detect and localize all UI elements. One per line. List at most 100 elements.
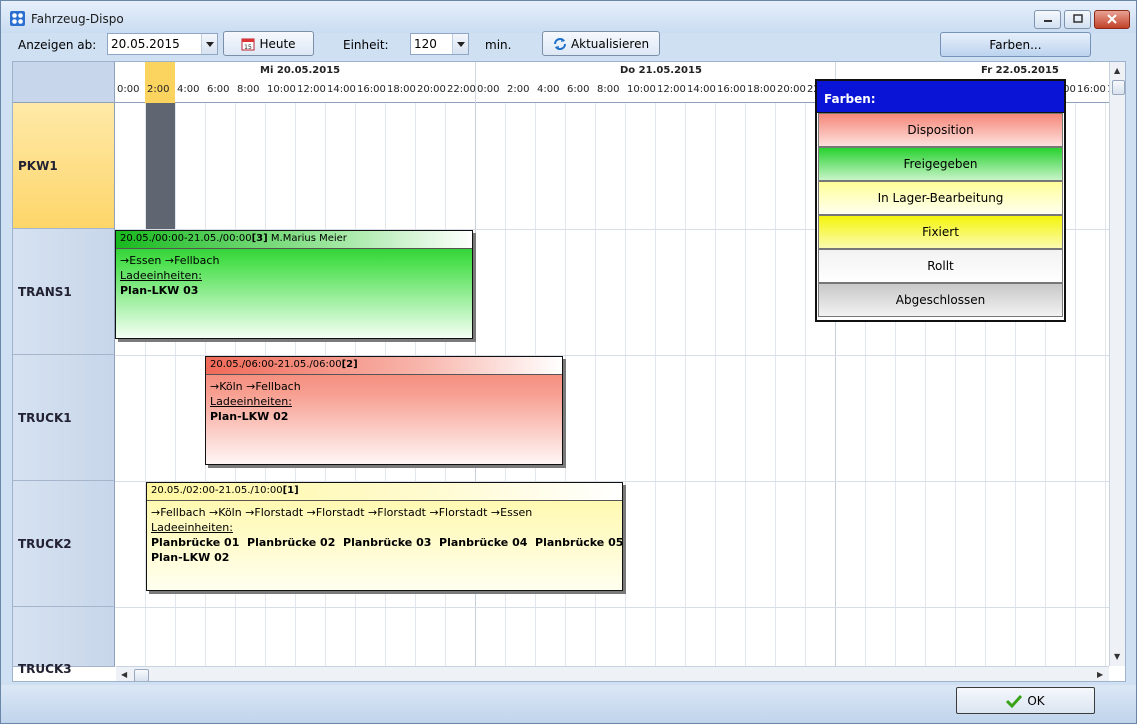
hour-label: 22:00 xyxy=(447,84,476,95)
booking-units-label: Ladeeinheiten: xyxy=(120,269,202,282)
grid-corner xyxy=(13,62,115,103)
hour-label: 16:00 xyxy=(1077,84,1106,95)
booking-bar[interactable]: 20.05./06:00-21.05./06:00[2] →Köln →Fell… xyxy=(205,356,563,465)
legend-item-rollt[interactable]: Rollt xyxy=(818,249,1063,283)
refresh-button[interactable]: Aktualisieren xyxy=(542,31,660,56)
blocked-slot xyxy=(146,103,175,229)
hour-label: 20:00 xyxy=(417,84,446,95)
hour-label: 8:00 xyxy=(597,84,620,95)
window-title: Fahrzeug-Dispo xyxy=(31,12,124,26)
svg-text:15: 15 xyxy=(245,44,253,51)
scroll-left-icon[interactable]: ◀ xyxy=(121,670,127,679)
refresh-icon xyxy=(553,37,566,50)
day-label: Do 21.05.2015 xyxy=(620,65,702,76)
hour-label: 16:00 xyxy=(357,84,386,95)
booking-route: →Fellbach →Köln →Florstadt →Florstadt →F… xyxy=(151,506,533,519)
booking-route: →Köln →Fellbach xyxy=(210,380,301,393)
day-label: Mi 20.05.2015 xyxy=(260,65,341,76)
chevron-down-icon xyxy=(457,42,465,47)
scroll-up-icon[interactable]: ▲ xyxy=(1114,66,1120,75)
scroll-right-icon[interactable]: ▶ xyxy=(1097,670,1103,679)
booking-units-label: Ladeeinheiten: xyxy=(151,521,233,534)
hour-label: 6:00 xyxy=(207,84,230,95)
hour-label: 6:00 xyxy=(567,84,590,95)
unit-select[interactable]: 120 xyxy=(410,33,469,55)
row-header-truck1[interactable]: TRUCK1 xyxy=(13,355,115,481)
app-window: Fahrzeug-Dispo Anzeigen ab: 20.05.2015 1… xyxy=(0,0,1137,724)
hour-label: 10:00 xyxy=(627,84,656,95)
legend-item-freigegeben[interactable]: Freigegeben xyxy=(818,147,1063,181)
legend-item-lager[interactable]: In Lager-Bearbeitung xyxy=(818,181,1063,215)
booking-header: 20.05./06:00-21.05./06:00[2] xyxy=(206,357,562,375)
title-bar: Fahrzeug-Dispo xyxy=(1,1,1136,33)
booking-body: →Fellbach →Köln →Florstadt →Florstadt →F… xyxy=(147,501,624,569)
legend-item-fixiert[interactable]: Fixiert xyxy=(818,215,1063,249)
horizontal-scrollbar[interactable]: ◀ ▶ xyxy=(116,666,1109,681)
booking-units: Planbrücke 01 Planbrücke 02 Planbrücke 0… xyxy=(151,536,624,549)
hour-label: 18:00 xyxy=(747,84,776,95)
show-from-label: Anzeigen ab: xyxy=(18,38,97,52)
booking-bar[interactable]: 20.05./02:00-21.05./10:00[1] →Fellbach →… xyxy=(146,482,623,591)
hour-label: 0:00 xyxy=(117,84,140,95)
show-from-value: 20.05.2015 xyxy=(111,37,180,51)
booking-units: Plan-LKW 03 xyxy=(120,284,199,297)
scroll-down-icon[interactable]: ▼ xyxy=(1114,652,1120,661)
hour-label: 8:00 xyxy=(237,84,260,95)
hour-label: 14:00 xyxy=(687,84,716,95)
unit-value: 120 xyxy=(414,37,437,51)
hour-highlight xyxy=(145,62,175,103)
ok-button[interactable]: OK xyxy=(956,687,1095,714)
checkmark-icon xyxy=(1006,694,1023,708)
booking-body: →Essen →Fellbach Ladeeinheiten: Plan-LKW… xyxy=(116,249,472,302)
booking-route: →Essen →Fellbach xyxy=(120,254,220,267)
booking-body: →Köln →Fellbach Ladeeinheiten: Plan-LKW … xyxy=(206,375,562,428)
calendar-icon: 15 xyxy=(241,38,255,51)
row-header-trans1[interactable]: TRANS1 xyxy=(13,229,115,355)
show-from-date-picker[interactable]: 20.05.2015 xyxy=(107,33,218,55)
hour-label: 14:00 xyxy=(327,84,356,95)
refresh-label: Aktualisieren xyxy=(570,36,650,51)
maximize-icon xyxy=(1072,14,1083,23)
vertical-scroll-thumb[interactable] xyxy=(1112,80,1125,95)
colors-button[interactable]: Farben... xyxy=(940,32,1091,57)
booking-header: 20.05./02:00-21.05./10:00[1] xyxy=(147,483,622,501)
hour-label: 10:00 xyxy=(267,84,296,95)
today-label: Heute xyxy=(259,36,296,51)
booking-bar[interactable]: 20.05./00:00-21.05./00:00[3] M.Marius Me… xyxy=(115,230,473,339)
app-icon xyxy=(10,11,25,26)
row-header-truck3[interactable]: TRUCK3 xyxy=(13,607,115,676)
vertical-scrollbar[interactable]: ▲ ▼ xyxy=(1109,62,1125,666)
unit-dropdown-button[interactable] xyxy=(452,34,468,54)
legend-item-disposition[interactable]: Disposition xyxy=(818,113,1063,147)
unit-suffix: min. xyxy=(485,38,512,52)
color-legend-popup: Farben: Disposition Freigegeben In Lager… xyxy=(815,79,1066,322)
colors-label: Farben... xyxy=(989,37,1042,52)
hour-label: 0:00 xyxy=(477,84,500,95)
hour-label: 4:00 xyxy=(537,84,560,95)
ok-label: OK xyxy=(1027,693,1045,708)
close-icon xyxy=(1107,14,1117,24)
chevron-down-icon xyxy=(206,42,214,47)
maximize-button[interactable] xyxy=(1064,10,1091,29)
row-header-truck2[interactable]: TRUCK2 xyxy=(13,481,115,607)
day-label: Fr 22.05.2015 xyxy=(981,65,1059,76)
booking-header: 20.05./00:00-21.05./00:00[3] M.Marius Me… xyxy=(116,231,472,249)
toolbar: Anzeigen ab: 20.05.2015 15 Heute Einheit… xyxy=(1,31,1136,61)
today-button[interactable]: 15 Heute xyxy=(223,31,314,56)
date-dropdown-button[interactable] xyxy=(201,34,217,54)
legend-title: Farben: xyxy=(817,81,1064,113)
booking-units: Plan-LKW 02 xyxy=(151,551,230,564)
unit-label: Einheit: xyxy=(343,38,389,52)
legend-item-abgeschlossen[interactable]: Abgeschlossen xyxy=(818,283,1063,317)
minimize-icon xyxy=(1043,20,1052,22)
row-header-pkw1[interactable]: PKW1 xyxy=(13,103,115,229)
hour-label: 2:00 xyxy=(507,84,530,95)
booking-units: Plan-LKW 02 xyxy=(210,410,289,423)
booking-units-label: Ladeeinheiten: xyxy=(210,395,292,408)
minimize-button[interactable] xyxy=(1034,10,1061,29)
hour-label: 20:00 xyxy=(777,84,806,95)
hour-label: 4:00 xyxy=(177,84,200,95)
hour-label: 16:00 xyxy=(717,84,746,95)
close-button[interactable] xyxy=(1094,10,1130,29)
horizontal-scroll-thumb[interactable] xyxy=(134,669,149,681)
